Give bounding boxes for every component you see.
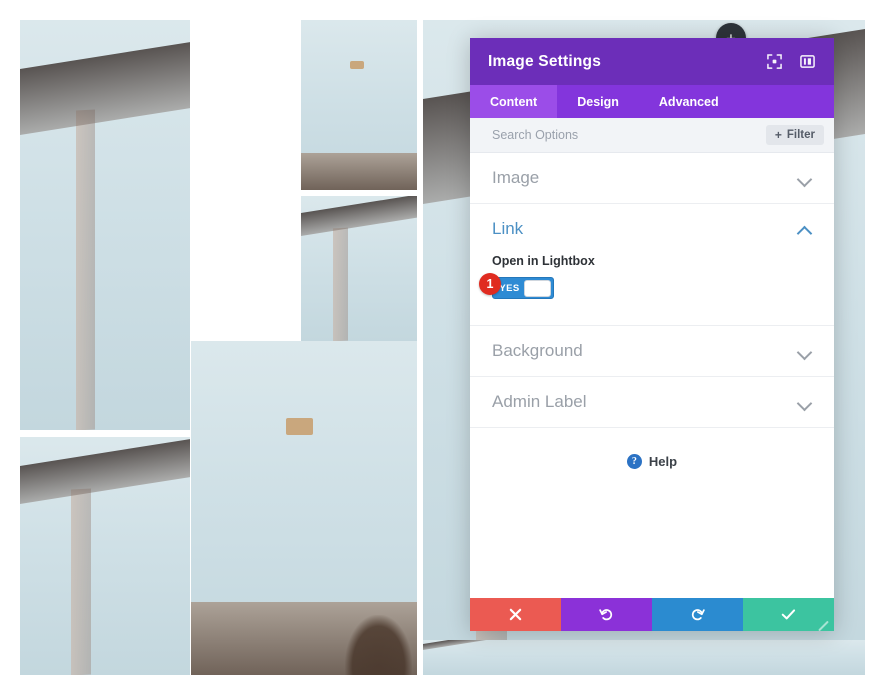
section-link-header[interactable]: Link xyxy=(470,204,834,254)
section-admin-label-title: Admin Label xyxy=(492,392,587,411)
resize-grip-line xyxy=(818,620,829,631)
panel-tabs: Content Design Advanced xyxy=(470,85,834,118)
filter-button-label: Filter xyxy=(786,129,815,141)
photo-sky xyxy=(20,437,190,675)
photo-sky xyxy=(191,341,417,675)
redo-button[interactable] xyxy=(652,598,743,631)
panel-header: Image Settings xyxy=(470,38,834,85)
undo-button[interactable] xyxy=(561,598,652,631)
photo-sky xyxy=(301,196,417,341)
help-label: Help xyxy=(648,454,678,469)
panel-title: Image Settings xyxy=(488,52,602,70)
cancel-button[interactable] xyxy=(470,598,561,631)
tab-design[interactable]: Design xyxy=(557,85,639,118)
gallery-photo-ornate-stone-building-lower-left[interactable] xyxy=(20,437,190,675)
section-background: Background xyxy=(470,326,834,377)
toggle-knob xyxy=(523,279,551,297)
focus-fullscreen-icon[interactable] xyxy=(766,53,783,70)
tab-advanced[interactable]: Advanced xyxy=(639,85,739,118)
panel-header-icons xyxy=(766,53,816,70)
chevron-down-icon xyxy=(798,174,812,183)
photo-sky xyxy=(301,20,417,190)
chevron-up-icon xyxy=(798,225,812,234)
photo-tower-crown xyxy=(285,417,314,435)
close-icon xyxy=(509,608,522,621)
check-icon xyxy=(781,609,796,620)
filter-button[interactable]: + Filter xyxy=(765,125,824,145)
section-background-title: Background xyxy=(492,341,583,360)
panel-footer xyxy=(470,598,834,631)
photo-sky xyxy=(423,640,865,675)
section-admin-label-header[interactable]: Admin Label xyxy=(470,377,834,427)
photo-pier-highlight xyxy=(71,488,92,675)
chevron-down-icon xyxy=(798,398,812,407)
open-in-lightbox-toggle-wrap: 1 YES xyxy=(479,273,554,299)
section-admin-label: Admin Label xyxy=(470,377,834,428)
builder-canvas: + Image Settings xyxy=(0,0,880,697)
gallery-photo-ribbed-glass-tower-full[interactable] xyxy=(191,341,417,675)
section-link-content: Open in Lightbox 1 YES xyxy=(470,254,834,325)
search-options-bar: + Filter xyxy=(470,118,834,153)
photo-sky xyxy=(20,20,190,430)
photo-pier-highlight xyxy=(76,109,95,430)
section-background-header[interactable]: Background xyxy=(470,326,834,376)
panel-layout-icon[interactable] xyxy=(799,53,816,70)
undo-icon xyxy=(599,609,613,621)
open-in-lightbox-toggle[interactable]: YES xyxy=(492,277,554,299)
gallery-photo-ornate-stone-building-bottom-strip[interactable] xyxy=(423,640,865,675)
image-settings-panel: Image Settings Content Design Advanced S… xyxy=(470,38,834,631)
section-image-header[interactable]: Image xyxy=(470,153,834,203)
section-link-title: Link xyxy=(492,219,524,238)
section-image-title: Image xyxy=(492,168,540,187)
tab-content[interactable]: Content xyxy=(470,85,558,118)
photo-pier-highlight xyxy=(333,227,349,341)
panel-resize-handle[interactable] xyxy=(806,603,834,631)
open-in-lightbox-label: Open in Lightbox xyxy=(492,254,595,268)
gallery-photo-ornate-stone-building-small[interactable] xyxy=(301,196,417,341)
redo-icon xyxy=(691,609,705,621)
chevron-down-icon xyxy=(798,347,812,356)
section-link: Link Open in Lightbox 1 YES xyxy=(470,204,834,326)
help-row[interactable]: ? Help xyxy=(470,428,834,469)
step-badge: 1 xyxy=(479,273,501,295)
question-mark-icon: ? xyxy=(626,454,642,469)
plus-icon: + xyxy=(774,128,782,142)
section-image: Image xyxy=(470,153,834,204)
photo-foreground-tree xyxy=(344,614,413,675)
panel-body: Image Link Open in Lightbox 1 YES Backgr… xyxy=(470,153,834,598)
search-options-input[interactable] xyxy=(492,128,766,142)
gallery-photo-ornate-stone-building-corner-large[interactable] xyxy=(20,20,190,430)
gallery-photo-ribbed-glass-tower-top[interactable] xyxy=(301,20,417,190)
photo-tower-crown xyxy=(349,60,364,70)
